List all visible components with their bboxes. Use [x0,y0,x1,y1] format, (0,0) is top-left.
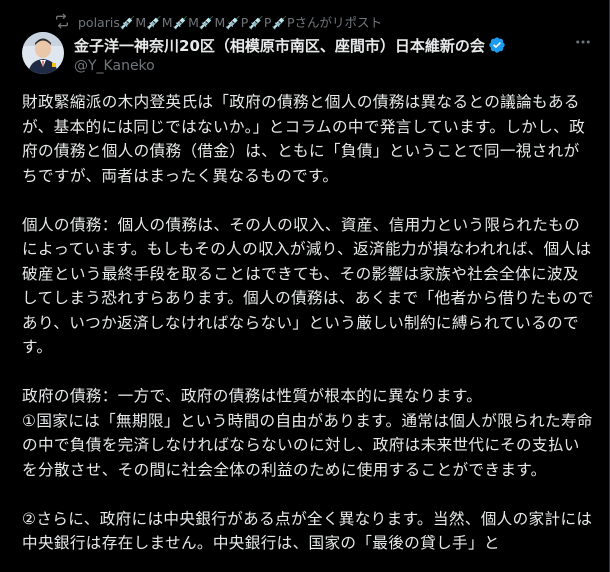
tweet-text: 財政緊縮派の木内登英氏は「政府の債務と個人の債務は異なるとの議論もあるが、基本的… [22,90,594,556]
tweet-paragraph: ②さらに、政府には中央銀行がある点が全く異なります。当然、個人の家計には中央銀行… [22,509,593,553]
repost-icon [54,13,70,29]
tweet-paragraph: 個人の債務：個人の債務は、その人の収入、資産、信用力という限られたものによってい… [22,215,594,357]
more-options-button[interactable] [569,32,597,56]
paragraph-spacer [22,360,594,385]
repost-text: polaris💉M💉M💉M💉M💉P💉P💉Pさんがリポスト [78,14,383,30]
tweet-paragraph: 政府の債務：一方で、政府の債務は性質が根本的に異なります。 ①国家には「無期限」… [22,387,593,479]
author-name-row[interactable]: 金子洋一神奈川20区（相模原市南区、座間市）日本維新の会 [74,34,506,56]
paragraph-spacer [22,188,594,213]
repost-indicator[interactable]: polaris💉M💉M💉M💉M💉P💉P💉Pさんがリポスト [54,12,382,30]
avatar[interactable] [22,32,64,74]
author-handle[interactable]: @Y_Kaneko [74,58,155,74]
author-display-name[interactable]: 金子洋一神奈川20区（相模原市南区、座間市）日本維新の会 [74,35,485,56]
paragraph-spacer [22,482,594,507]
tweet-card[interactable]: polaris💉M💉M💉M💉M💉P💉P💉Pさんがリポスト 金子洋一神奈川20区（… [0,0,610,572]
tweet-paragraph: 財政緊縮派の木内登英氏は「政府の債務と個人の債務は異なるとの議論もあるが、基本的… [22,93,586,185]
more-options-icon [574,33,592,55]
verified-badge-icon [488,36,506,54]
